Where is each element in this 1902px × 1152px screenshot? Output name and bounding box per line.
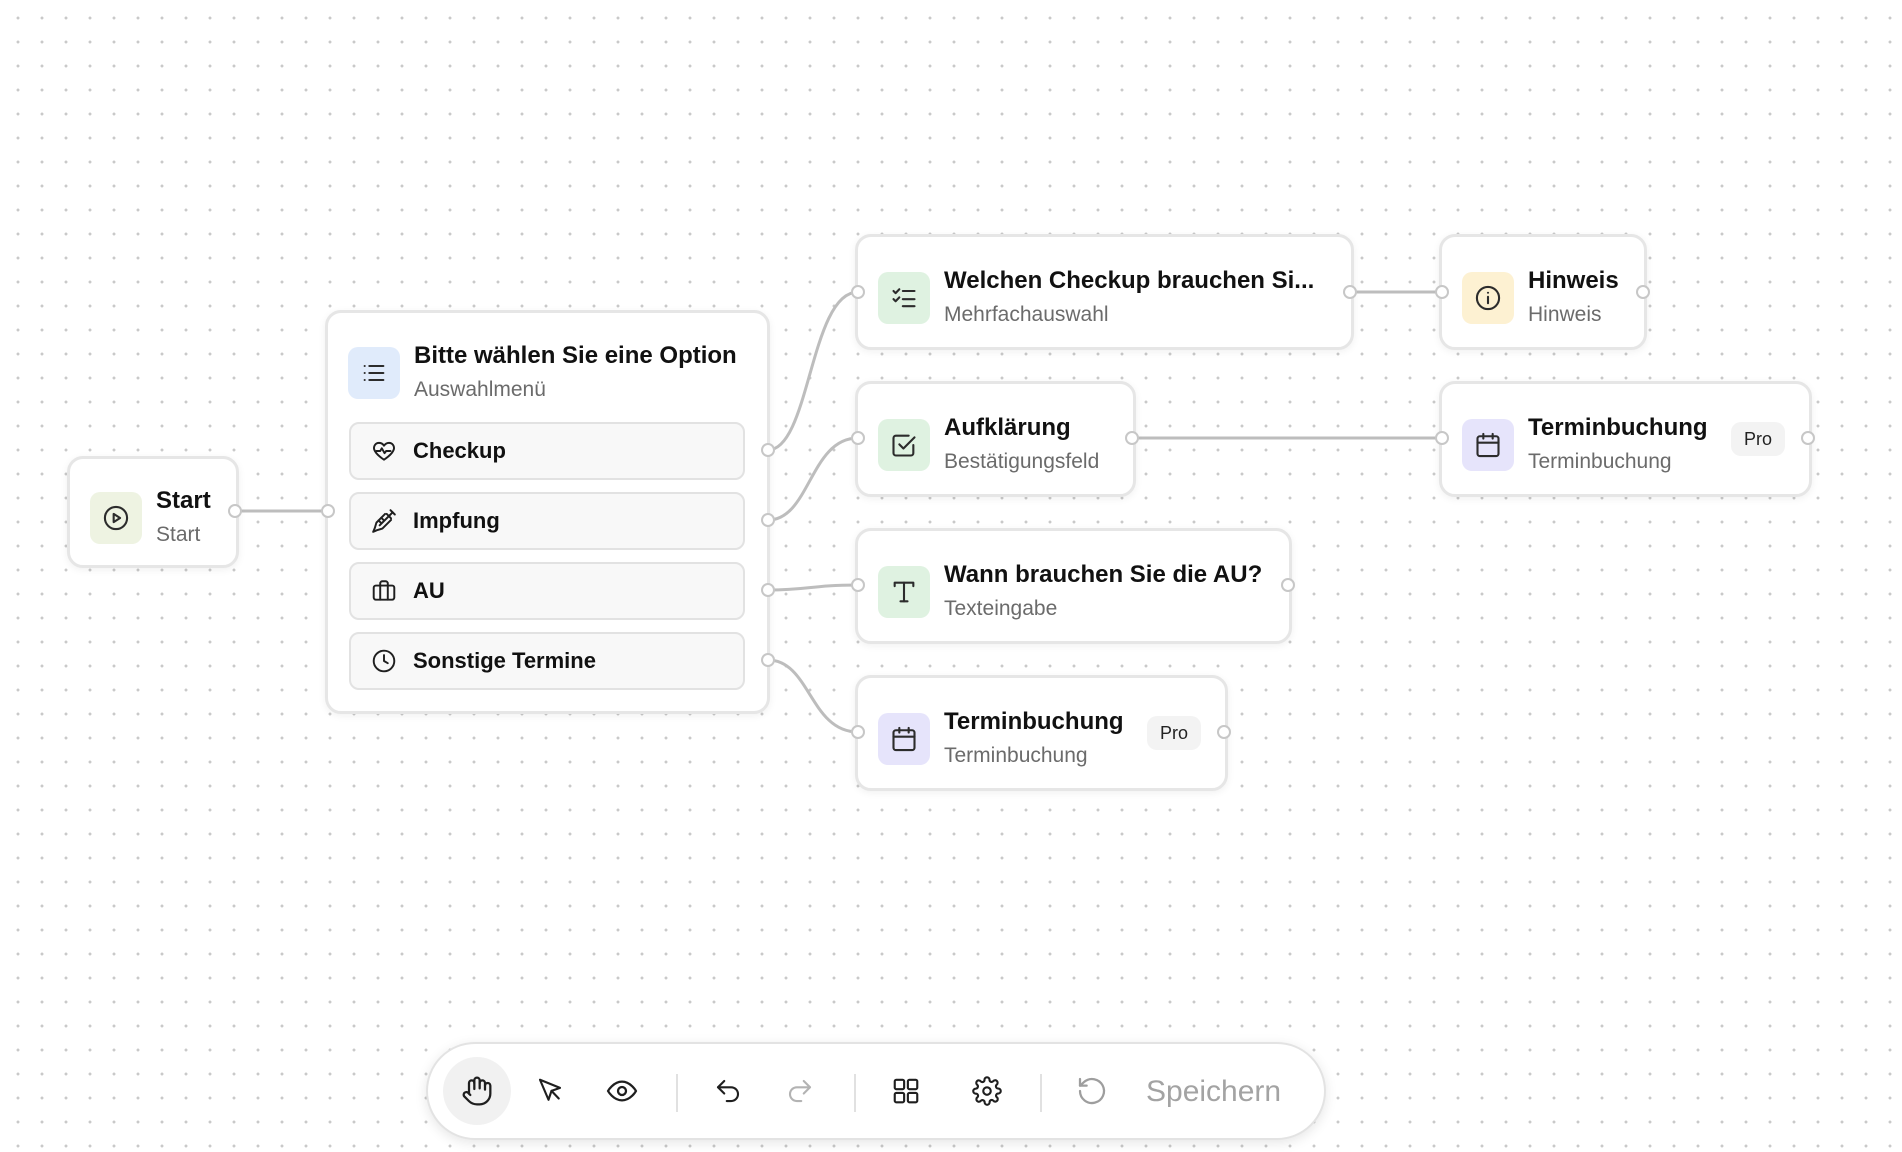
edge-sonstige-option-to-terminbuchung: [767, 658, 859, 734]
au-text-input-handle[interactable]: [851, 578, 865, 592]
option-label: Impfung: [413, 508, 500, 533]
node-title: Aufklärung: [944, 414, 1071, 441]
editor-toolbar: Speichern: [426, 1042, 1326, 1140]
edge-impfung-option-to-aufklaerung: [767, 436, 859, 522]
toolbar-divider: [676, 1074, 678, 1112]
multiple-choice-node[interactable]: Welchen Checkup brauchen Si... Mehrfacha…: [855, 234, 1354, 350]
option-label: Sonstige Termine: [413, 648, 596, 673]
node-type: Hinweis: [1528, 303, 1602, 326]
aufklaerung-input-handle[interactable]: [851, 431, 865, 445]
booking-node-bottom[interactable]: Terminbuchung Terminbuchung Pro: [855, 675, 1228, 791]
menu-input-handle[interactable]: [321, 504, 335, 518]
option-impfung-handle[interactable]: [761, 513, 775, 527]
hinweis-output-handle[interactable]: [1636, 285, 1650, 299]
option-impfung[interactable]: Impfung: [349, 492, 745, 550]
undo-icon: [713, 1076, 743, 1106]
option-au-handle[interactable]: [761, 583, 775, 597]
redo-icon: [785, 1076, 815, 1106]
calendar-icon: [878, 712, 930, 765]
reset-button[interactable]: [1058, 1057, 1126, 1125]
node-title: Bitte wählen Sie eine Option: [414, 342, 737, 369]
pro-badge: Pro: [1731, 422, 1786, 456]
node-title: Welchen Checkup brauchen Si...: [944, 267, 1315, 294]
node-title: Terminbuchung: [944, 708, 1124, 735]
reset-icon: [1076, 1075, 1108, 1107]
undo-button[interactable]: [694, 1057, 762, 1125]
briefcase-icon: [371, 578, 397, 604]
toolbar-divider: [854, 1074, 856, 1112]
pro-badge: Pro: [1147, 716, 1202, 750]
preview-button[interactable]: [588, 1057, 656, 1125]
hand-tool-button[interactable]: [443, 1057, 511, 1125]
hand-icon: [461, 1075, 493, 1107]
booking-node-right[interactable]: Terminbuchung Terminbuchung Pro: [1439, 381, 1812, 497]
start-output-handle[interactable]: [228, 504, 242, 518]
eye-icon: [606, 1075, 638, 1107]
aufklaerung-output-handle[interactable]: [1125, 431, 1139, 445]
option-sonstige-termine[interactable]: Sonstige Termine: [349, 632, 745, 690]
node-type: Auswahlmenü: [414, 378, 546, 401]
checkup-input-handle[interactable]: [851, 285, 865, 299]
edge-au-option-to-text-node: [767, 583, 859, 592]
terminbuchung-right-output-handle[interactable]: [1801, 431, 1815, 445]
grid-icon: [891, 1076, 921, 1106]
text-input-node[interactable]: Wann brauchen Sie die AU? Texteingabe: [855, 528, 1292, 644]
node-title: Wann brauchen Sie die AU?: [944, 561, 1263, 588]
option-checkup-handle[interactable]: [761, 443, 775, 457]
check-square-icon: [878, 418, 930, 471]
text-icon: [878, 565, 930, 618]
node-type: Terminbuchung: [1528, 450, 1672, 473]
node-type: Terminbuchung: [944, 744, 1088, 767]
node-type: Start: [156, 523, 201, 546]
layout-button[interactable]: [872, 1057, 940, 1125]
terminbuchung-right-input-handle[interactable]: [1435, 431, 1449, 445]
clock-icon: [371, 648, 397, 674]
gear-icon: [972, 1076, 1002, 1106]
settings-button[interactable]: [953, 1057, 1021, 1125]
toolbar-divider: [1040, 1074, 1042, 1112]
terminbuchung-bottom-output-handle[interactable]: [1217, 725, 1231, 739]
selection-menu-node[interactable]: Bitte wählen Sie eine Option Auswahlmenü…: [325, 310, 770, 714]
syringe-icon: [371, 508, 397, 534]
pointer-icon: [535, 1076, 565, 1106]
node-title: Hinweis: [1528, 267, 1619, 294]
checklist-icon: [878, 271, 930, 324]
redo-button[interactable]: [766, 1057, 834, 1125]
start-node[interactable]: Start Start: [67, 456, 239, 568]
list-icon: [348, 346, 400, 399]
option-checkup[interactable]: Checkup: [349, 422, 745, 480]
node-title: Terminbuchung: [1528, 414, 1708, 441]
au-text-output-handle[interactable]: [1281, 578, 1295, 592]
hinweis-input-handle[interactable]: [1435, 285, 1449, 299]
select-tool-button[interactable]: [516, 1057, 584, 1125]
heart-pulse-icon: [371, 438, 397, 464]
node-type: Mehrfachauswahl: [944, 303, 1109, 326]
confirmation-node[interactable]: Aufklärung Bestätigungsfeld: [855, 381, 1136, 497]
checkup-output-handle[interactable]: [1343, 285, 1357, 299]
option-label: Checkup: [413, 438, 506, 463]
play-circle-icon: [90, 491, 142, 544]
option-label: AU: [413, 578, 445, 603]
option-sonstige-handle[interactable]: [761, 653, 775, 667]
node-type: Texteingabe: [944, 597, 1058, 620]
option-au[interactable]: AU: [349, 562, 745, 620]
terminbuchung-bottom-input-handle[interactable]: [851, 725, 865, 739]
save-button[interactable]: Speichern: [1146, 1070, 1281, 1114]
edge-checkup-option-to-checkup-node: [767, 290, 859, 452]
calendar-icon: [1462, 418, 1514, 471]
hint-node[interactable]: Hinweis Hinweis: [1439, 234, 1647, 350]
info-icon: [1462, 271, 1514, 324]
node-title: Start: [156, 487, 211, 514]
node-type: Bestätigungsfeld: [944, 450, 1100, 473]
